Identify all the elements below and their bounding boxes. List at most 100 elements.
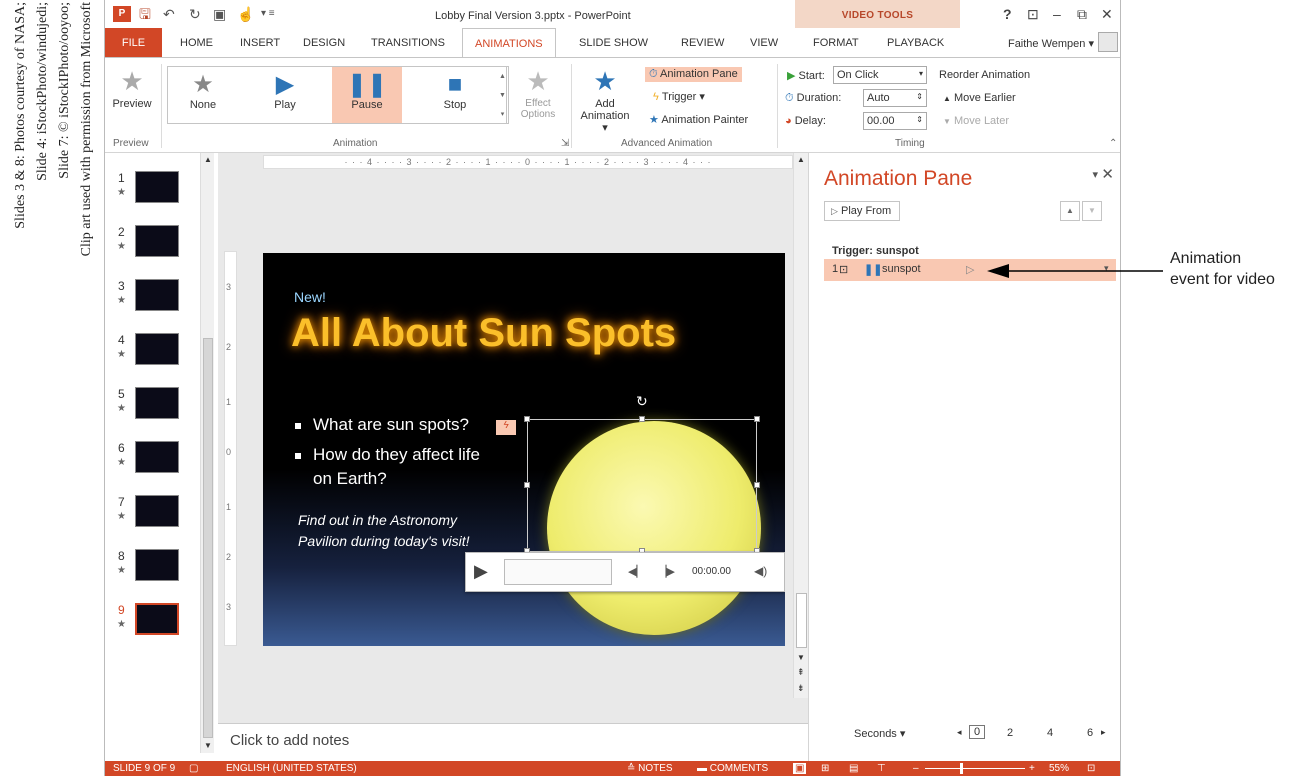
scroll-down-icon[interactable]: ▼ [797,653,805,662]
tab-format[interactable]: FORMAT [813,37,859,49]
tab-home[interactable]: HOME [180,37,213,49]
move-down-button[interactable]: ▼ [1082,201,1102,221]
preview-button[interactable]: ★ Preview [109,64,155,110]
trigger-button[interactable]: ϟ Trigger ▾ [653,90,705,103]
resize-handle[interactable] [754,416,760,422]
collapse-ribbon-icon[interactable]: ⌃ [1109,138,1117,149]
reading-view-icon[interactable]: ▤ [849,763,858,774]
tab-playback[interactable]: PLAYBACK [887,37,944,49]
resize-handle[interactable] [524,416,530,422]
video-progress-bar[interactable] [504,559,612,585]
scroll-down-icon[interactable]: ▼ [204,741,212,750]
slide-thumbnail-active[interactable]: 9 ★ [113,603,203,643]
spelling-icon[interactable]: ▢ [189,763,198,774]
user-account[interactable]: Faithe Wempen ▾ [1008,37,1094,50]
maximize-icon[interactable]: ⧉ [1077,6,1087,23]
slide-thumbnail[interactable]: 6 ★ [113,441,203,481]
slide-thumbnail[interactable]: 2 ★ [113,225,203,265]
animation-stop[interactable]: ■ Stop [420,67,490,123]
zoom-level[interactable]: 55% [1049,763,1069,774]
trigger-tag-icon[interactable]: ϟ [496,420,516,435]
dialog-launcher-icon[interactable]: ⇲ [561,138,569,149]
slide-thumbnail[interactable]: 8 ★ [113,549,203,589]
zoom-in-icon[interactable]: + [1029,763,1035,774]
tab-transitions[interactable]: TRANSITIONS [371,37,445,49]
duration-field[interactable]: Auto ⇕ [863,89,927,107]
pane-options-icon[interactable]: ▾ [1092,168,1098,181]
next-slide-icon[interactable]: ⇟ [797,683,805,694]
tab-insert[interactable]: INSERT [240,37,280,49]
normal-view-icon[interactable]: ▣ [793,763,807,774]
tab-animations[interactable]: ANIMATIONS [462,28,556,58]
zoom-out-icon[interactable]: – [913,763,919,774]
save-icon[interactable]: 🖫 [139,7,151,21]
slide-title[interactable]: All About Sun Spots [291,311,676,356]
tab-review[interactable]: REVIEW [681,37,724,49]
animation-pause[interactable]: ❚❚ Pause [332,67,402,123]
move-earlier-button[interactable]: ▲ Move Earlier [943,92,1016,104]
animation-play[interactable]: ▶ Play [250,67,320,123]
previous-slide-icon[interactable]: ⇞ [797,667,805,678]
resize-handle[interactable] [639,416,645,422]
slide-thumbnail[interactable]: 7 ★ [113,495,203,535]
add-animation-button[interactable]: ★ Add Animation ▾ [577,64,633,134]
effect-options-button[interactable]: ★ Effect Options [513,64,563,120]
close-icon[interactable]: ✕ [1101,165,1114,183]
animation-pane-button[interactable]: ⏱ Animation Pane [645,67,742,82]
slide-tagline[interactable]: Find out in the Astronomy Pavilion durin… [298,510,470,552]
bullet-item[interactable]: How do they affect life [295,445,480,465]
animation-painter-button[interactable]: ★ Animation Painter [649,113,748,126]
play-from-button[interactable]: ▷ Play From [824,201,901,221]
slide-canvas[interactable]: New! All About Sun Spots What are sun sp… [263,253,785,646]
tab-design[interactable]: DESIGN [303,37,345,49]
volume-icon[interactable]: ◀) [754,564,767,578]
delay-field[interactable]: 00.00 ⇕ [863,112,927,130]
gallery-scroll[interactable]: ▲ ▼ ▾ [497,66,509,124]
resize-handle[interactable] [754,482,760,488]
scroll-up-icon[interactable]: ▲ [797,155,805,164]
touch-mode-icon[interactable]: ☝ [237,7,254,21]
tab-view[interactable]: VIEW [750,37,778,49]
slide-thumbnail[interactable]: 1 ★ [113,171,203,211]
slide-thumbnail[interactable]: 5 ★ [113,387,203,427]
redo-icon[interactable]: ↻ [189,7,201,21]
scroll-up-icon[interactable]: ▲ [204,155,212,164]
ribbon-display-icon[interactable]: ⊡ [1027,6,1039,23]
close-icon[interactable]: ✕ [1101,6,1113,23]
notes-button[interactable]: ≙ NOTES [627,763,673,774]
move-later-button[interactable]: ▼ Move Later [943,115,1009,127]
skip-back-icon[interactable]: ◀▏ [628,565,645,578]
slide-kicker[interactable]: New! [294,289,326,305]
start-from-beginning-icon[interactable]: ▣ [213,7,226,21]
thumbnail-scrollbar[interactable]: ▲ ▼ [200,153,214,753]
customize-qat-icon[interactable]: ▾ ≡ [261,7,275,21]
avatar[interactable] [1098,32,1118,52]
play-icon[interactable]: ▶ [474,561,488,582]
animation-none[interactable]: ★ None [168,67,238,123]
slide-thumbnail[interactable]: 3 ★ [113,279,203,319]
slide-scrollbar[interactable]: ▲ ▼ ⇞ ⇟ [793,153,808,698]
zoom-slider-thumb[interactable] [960,763,963,774]
tab-file[interactable]: FILE [105,28,162,58]
seconds-dropdown[interactable]: Seconds ▾ [854,727,905,740]
slide-show-icon[interactable]: ⊤ [877,763,886,774]
bullet-item[interactable]: What are sun spots? [295,415,469,435]
start-select[interactable]: On Click ▾ [833,66,927,84]
move-up-button[interactable]: ▲ [1060,201,1080,221]
help-icon[interactable]: ? [1003,6,1012,22]
slide-sorter-icon[interactable]: ⊞ [821,763,829,774]
bullet-continuation[interactable]: on Earth? [313,469,387,489]
slide-count[interactable]: SLIDE 9 OF 9 [113,763,175,774]
resize-handle[interactable] [524,482,530,488]
minimize-icon[interactable]: – [1053,6,1061,22]
undo-icon[interactable]: ↶ [163,7,175,21]
rotate-handle-icon[interactable]: ↻ [636,393,648,410]
comments-button[interactable]: ▬ COMMENTS [697,763,768,774]
fit-to-window-icon[interactable]: ⊡ [1087,763,1095,774]
scroll-thumb[interactable] [796,593,807,648]
notes-pane[interactable]: Click to add notes [218,723,808,761]
slide-thumbnail[interactable]: 4 ★ [113,333,203,373]
scroll-thumb[interactable] [203,338,213,738]
language[interactable]: ENGLISH (UNITED STATES) [226,763,357,774]
skip-forward-icon[interactable]: ▕▶ [658,565,675,578]
